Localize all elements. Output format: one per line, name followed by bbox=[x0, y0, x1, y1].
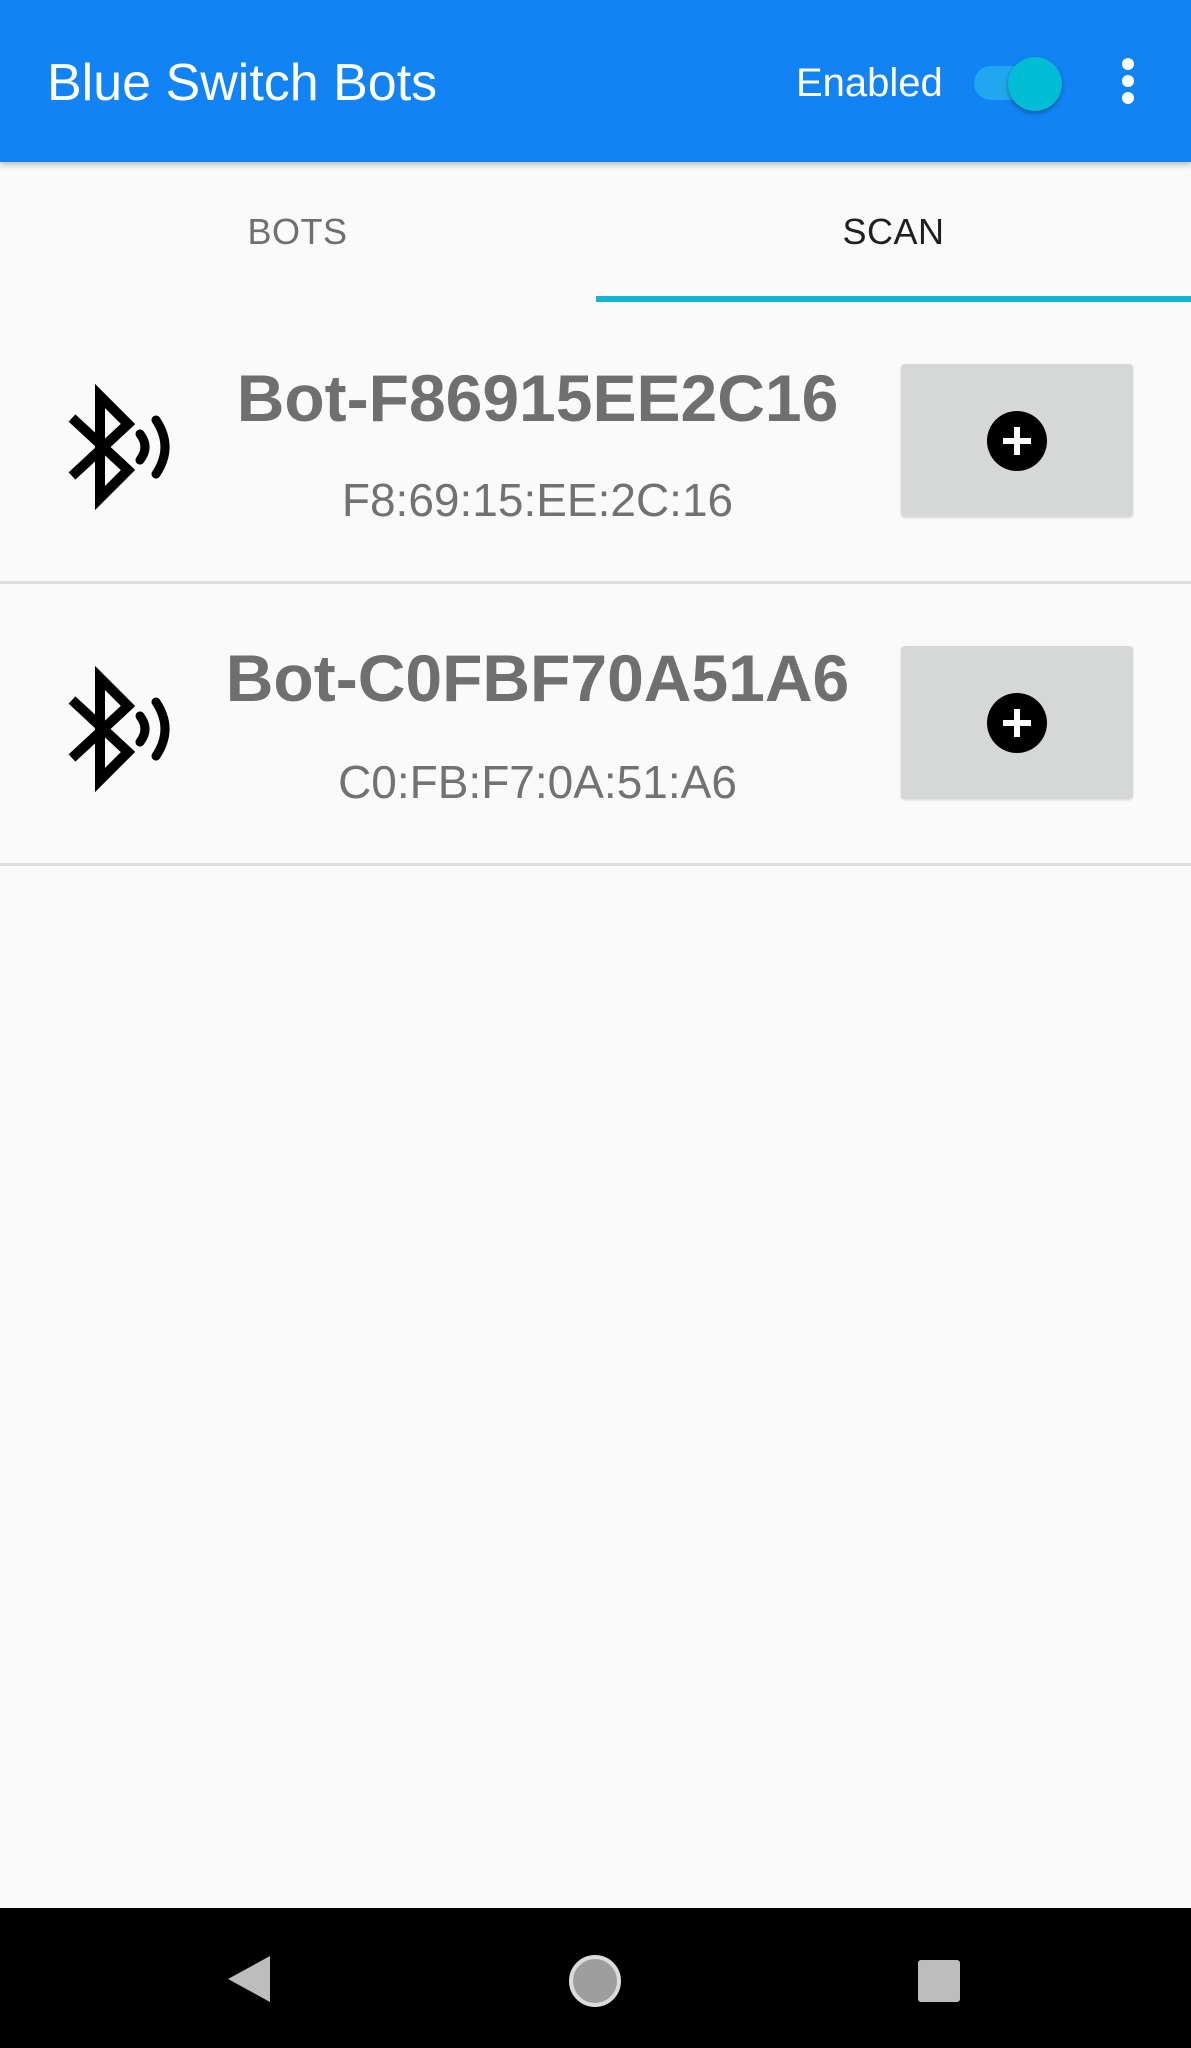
home-icon[interactable] bbox=[568, 1954, 622, 2008]
app-title: Blue Switch Bots bbox=[47, 54, 438, 112]
bot-mac-address: C0:FB:F7:0A:51:A6 bbox=[338, 756, 737, 808]
enabled-label: Enabled bbox=[796, 61, 943, 105]
list-item: Bot-C0FBF70A51A6 C0:FB:F7:0A:51:A6 bbox=[0, 584, 1191, 866]
app-bar: Blue Switch Bots Enabled bbox=[0, 0, 1191, 162]
add-bot-button[interactable] bbox=[901, 364, 1133, 517]
add-circle-icon bbox=[987, 411, 1047, 471]
toggle-thumb bbox=[1008, 57, 1062, 111]
bluetooth-searching-icon bbox=[68, 383, 170, 511]
tab-scan[interactable]: SCAN bbox=[596, 162, 1191, 302]
bot-mac-address: F8:69:15:EE:2C:16 bbox=[341, 474, 734, 526]
back-icon[interactable] bbox=[226, 1954, 272, 2004]
bot-name: Bot-F86915EE2C16 bbox=[236, 361, 839, 435]
add-bot-button[interactable] bbox=[901, 646, 1133, 799]
more-vert-icon[interactable] bbox=[1104, 50, 1152, 112]
bluetooth-searching-icon bbox=[68, 665, 170, 793]
navigation-bar bbox=[0, 1908, 1191, 2048]
list-item: Bot-F86915EE2C16 F8:69:15:EE:2C:16 bbox=[0, 302, 1191, 584]
enabled-toggle[interactable] bbox=[972, 57, 1064, 111]
recents-icon[interactable] bbox=[916, 1958, 962, 2004]
add-circle-icon bbox=[987, 693, 1047, 753]
tab-bots[interactable]: BOTS bbox=[0, 162, 595, 302]
bot-name: Bot-C0FBF70A51A6 bbox=[225, 641, 850, 715]
tab-bar: BOTS SCAN bbox=[0, 162, 1191, 302]
